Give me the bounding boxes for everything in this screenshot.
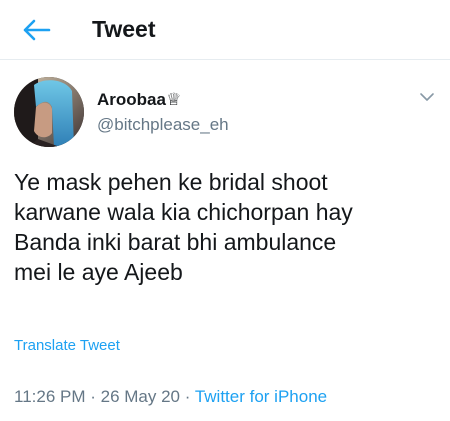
tweet-meta: 11:26 PM · 26 May 20 · Twitter for iPhon… xyxy=(14,386,327,408)
chevron-down-icon xyxy=(420,93,434,101)
tweet-options-button[interactable] xyxy=(414,84,440,110)
tweet-text-line: mei le aye Ajeeb xyxy=(14,259,183,285)
author-display-name[interactable]: Aroobaa♕ xyxy=(97,90,181,110)
profile-photo xyxy=(14,77,84,147)
avatar[interactable] xyxy=(14,77,84,147)
tweet-text-line: karwane wala kia chichorpan hay xyxy=(14,199,353,225)
author-handle[interactable]: @bitchplease_eh xyxy=(97,115,229,135)
tweet-text-line: Banda inki barat bhi ambulance xyxy=(14,229,337,255)
back-button[interactable] xyxy=(18,12,54,48)
tweet-text-line: Ye mask pehen ke bridal shoot xyxy=(14,169,328,195)
tweet-date: 26 May 20 xyxy=(100,387,181,406)
app-header: Tweet xyxy=(0,0,450,60)
tweet-time: 11:26 PM xyxy=(14,387,86,406)
translate-tweet-link[interactable]: Translate Tweet xyxy=(14,337,120,355)
tweet-source-link[interactable]: Twitter for iPhone xyxy=(195,387,327,406)
page-title: Tweet xyxy=(92,16,156,42)
tweet-text: Ye mask pehen ke bridal shoot karwane wa… xyxy=(14,167,440,287)
meta-separator: · xyxy=(180,387,195,406)
meta-separator: · xyxy=(85,387,101,406)
arrow-left-icon xyxy=(23,19,51,41)
